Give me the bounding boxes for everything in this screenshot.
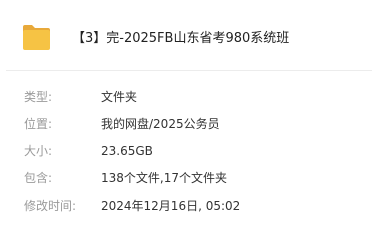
size-value: 23.65GB: [101, 144, 153, 158]
file-properties-header: 【3】完-2025FB山东省考980系统班: [0, 0, 378, 70]
detail-row-size: 大小: 23.65GB: [0, 140, 378, 162]
size-label: 大小:: [24, 144, 53, 158]
contains-label: 包含:: [24, 171, 53, 185]
detail-row-location: 位置: 我的网盘/2025公务员: [0, 113, 378, 135]
modified-label: 修改时间:: [24, 199, 77, 213]
type-value: 文件夹: [101, 90, 138, 104]
header-divider: [6, 70, 372, 71]
folder-icon: [22, 24, 51, 51]
detail-row-contains: 包含: 138个文件,17个文件夹: [0, 167, 378, 189]
detail-row-modified: 修改时间: 2024年12月16日, 05:02: [0, 195, 378, 217]
modified-value: 2024年12月16日, 05:02: [101, 199, 241, 213]
detail-row-type: 类型: 文件夹: [0, 86, 378, 108]
contains-value: 138个文件,17个文件夹: [101, 171, 227, 185]
location-value: 我的网盘/2025公务员: [101, 117, 220, 131]
location-label: 位置:: [24, 117, 53, 131]
folder-title: 【3】完-2025FB山东省考980系统班: [72, 31, 290, 46]
type-label: 类型:: [24, 90, 53, 104]
